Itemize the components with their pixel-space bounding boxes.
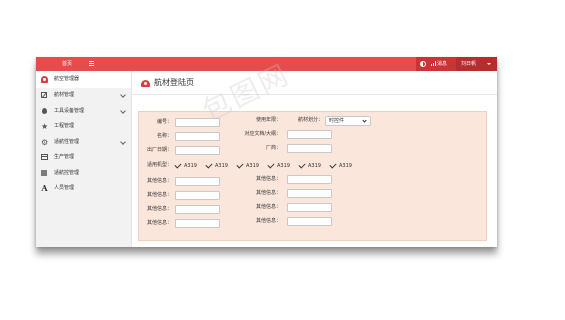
main-content: 航材登陆页 编号： 名称： 出厂日期： 使用年限： 航材划分： 时控件 对应文档… <box>132 71 497 247</box>
sidebar-item-label: 工程管理 <box>54 123 75 129</box>
sidebar-item-production[interactable]: 生产管理 <box>36 150 131 166</box>
grid-icon <box>41 154 48 160</box>
other-info-input[interactable] <box>175 191 220 200</box>
gears-icon: ⚙ <box>41 137 49 147</box>
theme-toggle-icon[interactable] <box>420 61 426 67</box>
model-label: A319 <box>184 163 197 169</box>
signal-bars-icon <box>431 61 436 66</box>
chevron-down-icon <box>362 118 367 123</box>
model-checkbox[interactable]: A319 <box>236 160 259 170</box>
matching-doc-label: 对应文档/大纲： <box>244 131 281 137</box>
sidebar-item-label: 航材管理 <box>54 92 75 98</box>
topbar-actions: 消息 刘日帆 <box>416 57 497 71</box>
other-info-label: 其他信息： <box>255 176 281 182</box>
matching-doc-input[interactable] <box>287 130 332 139</box>
drop-icon <box>42 107 47 114</box>
model-checkbox[interactable]: A319 <box>298 160 321 170</box>
sidebar-item-label: 适航控管理 <box>54 169 80 176</box>
font-icon: A <box>41 183 48 193</box>
models-label: 适用机型： <box>146 162 172 168</box>
user-name: 刘日帆 <box>461 61 477 67</box>
chevron-down-icon <box>120 138 126 145</box>
other-info-input[interactable] <box>175 177 220 186</box>
other-info-label: 其他信息： <box>146 206 172 212</box>
dots-grid-icon <box>41 169 47 176</box>
sidebar-item-engineering[interactable]: ★ 工程管理 <box>36 119 131 135</box>
page-title: 航材登陆页 <box>154 78 194 87</box>
sidebar-item-tools[interactable]: 工具设备管理 <box>36 104 131 120</box>
other-info-input[interactable] <box>287 203 332 212</box>
name-label: 名称： <box>156 133 172 139</box>
model-checkbox[interactable]: A319 <box>267 160 290 170</box>
caret-down-icon <box>487 63 491 65</box>
other-info-label: 其他信息： <box>255 218 281 224</box>
chevron-down-icon <box>120 92 126 98</box>
menu-toggle-button[interactable] <box>86 57 96 71</box>
messages-label: 消息 <box>437 61 448 67</box>
chevron-down-icon <box>120 107 126 114</box>
model-label: A319 <box>215 163 228 169</box>
usage-years-label: 使用年限： <box>255 117 281 123</box>
other-info-label: 其他信息： <box>255 190 281 196</box>
sidebar-item-aviation-manager[interactable]: 航空管理器 <box>36 71 131 88</box>
page-header: 航材登陆页 <box>132 71 497 95</box>
gauge-icon <box>41 76 48 83</box>
other-info-input[interactable] <box>175 205 220 214</box>
home-link[interactable]: 首页 <box>59 57 75 71</box>
messages-button[interactable]: 消息 <box>431 57 447 71</box>
sidebar-item-airworthiness[interactable]: ⚙ 适航性管理 <box>36 135 131 151</box>
classification-value: 时控件 <box>329 118 345 124</box>
manufacture-date-input[interactable] <box>175 146 220 155</box>
check-icon <box>205 160 213 169</box>
home-label: 首页 <box>61 61 72 67</box>
manufacturer-input[interactable] <box>287 144 332 153</box>
model-label: A319 <box>277 163 290 169</box>
star-icon: ★ <box>41 122 49 131</box>
number-label: 编号： <box>156 119 172 125</box>
sidebar: 航空管理器 航材管理 工具设备管理 ★ 工程管理 ⚙ 适航性管理 生产管理 适航… <box>36 71 132 247</box>
sidebar-item-label: 人员管理 <box>54 185 75 191</box>
other-info-input[interactable] <box>287 175 332 184</box>
menu-icon <box>88 61 94 66</box>
other-info-input[interactable] <box>287 189 332 198</box>
check-icon <box>174 160 182 169</box>
other-info-label: 其他信息： <box>255 204 281 210</box>
model-label: A319 <box>308 163 321 169</box>
model-label: A319 <box>246 163 259 169</box>
sidebar-item-materials[interactable]: 航材管理 <box>36 88 131 104</box>
classification-select[interactable]: 时控件 <box>325 116 371 126</box>
sidebar-item-label: 适航性管理 <box>54 138 80 145</box>
other-info-label: 其他信息： <box>146 192 172 198</box>
model-checkbox[interactable]: A319 <box>174 160 197 170</box>
other-info-input[interactable] <box>175 219 220 228</box>
check-icon <box>267 160 275 169</box>
other-info-input[interactable] <box>287 217 332 226</box>
check-icon <box>298 160 306 169</box>
sidebar-item-label: 工具设备管理 <box>54 107 85 114</box>
model-checkbox[interactable]: A319 <box>329 160 352 170</box>
check-icon <box>329 160 337 169</box>
sidebar-item-label: 航空管理器 <box>54 76 80 82</box>
model-checkbox[interactable]: A319 <box>205 160 228 170</box>
classification-label: 航材划分： <box>297 117 323 123</box>
check-icon <box>236 160 244 169</box>
other-info-label: 其他信息： <box>146 178 172 184</box>
sidebar-item-personnel[interactable]: A 人员管理 <box>36 181 131 197</box>
other-info-label: 其他信息： <box>146 220 172 226</box>
sidebar-item-label: 生产管理 <box>54 154 75 160</box>
materials-form: 编号： 名称： 出厂日期： 使用年限： 航材划分： 时控件 对应文档/大纲： 厂… <box>138 111 487 241</box>
sidebar-item-airworthiness-control[interactable]: 适航控管理 <box>36 166 131 182</box>
manufacturer-label: 厂商： <box>265 145 281 151</box>
edit-icon <box>41 92 47 98</box>
gauge-icon <box>141 80 150 87</box>
manufacture-date-label: 出厂日期： <box>146 147 172 153</box>
user-menu[interactable]: 刘日帆 <box>456 57 497 71</box>
model-label: A319 <box>339 163 352 169</box>
name-input[interactable] <box>175 132 220 141</box>
